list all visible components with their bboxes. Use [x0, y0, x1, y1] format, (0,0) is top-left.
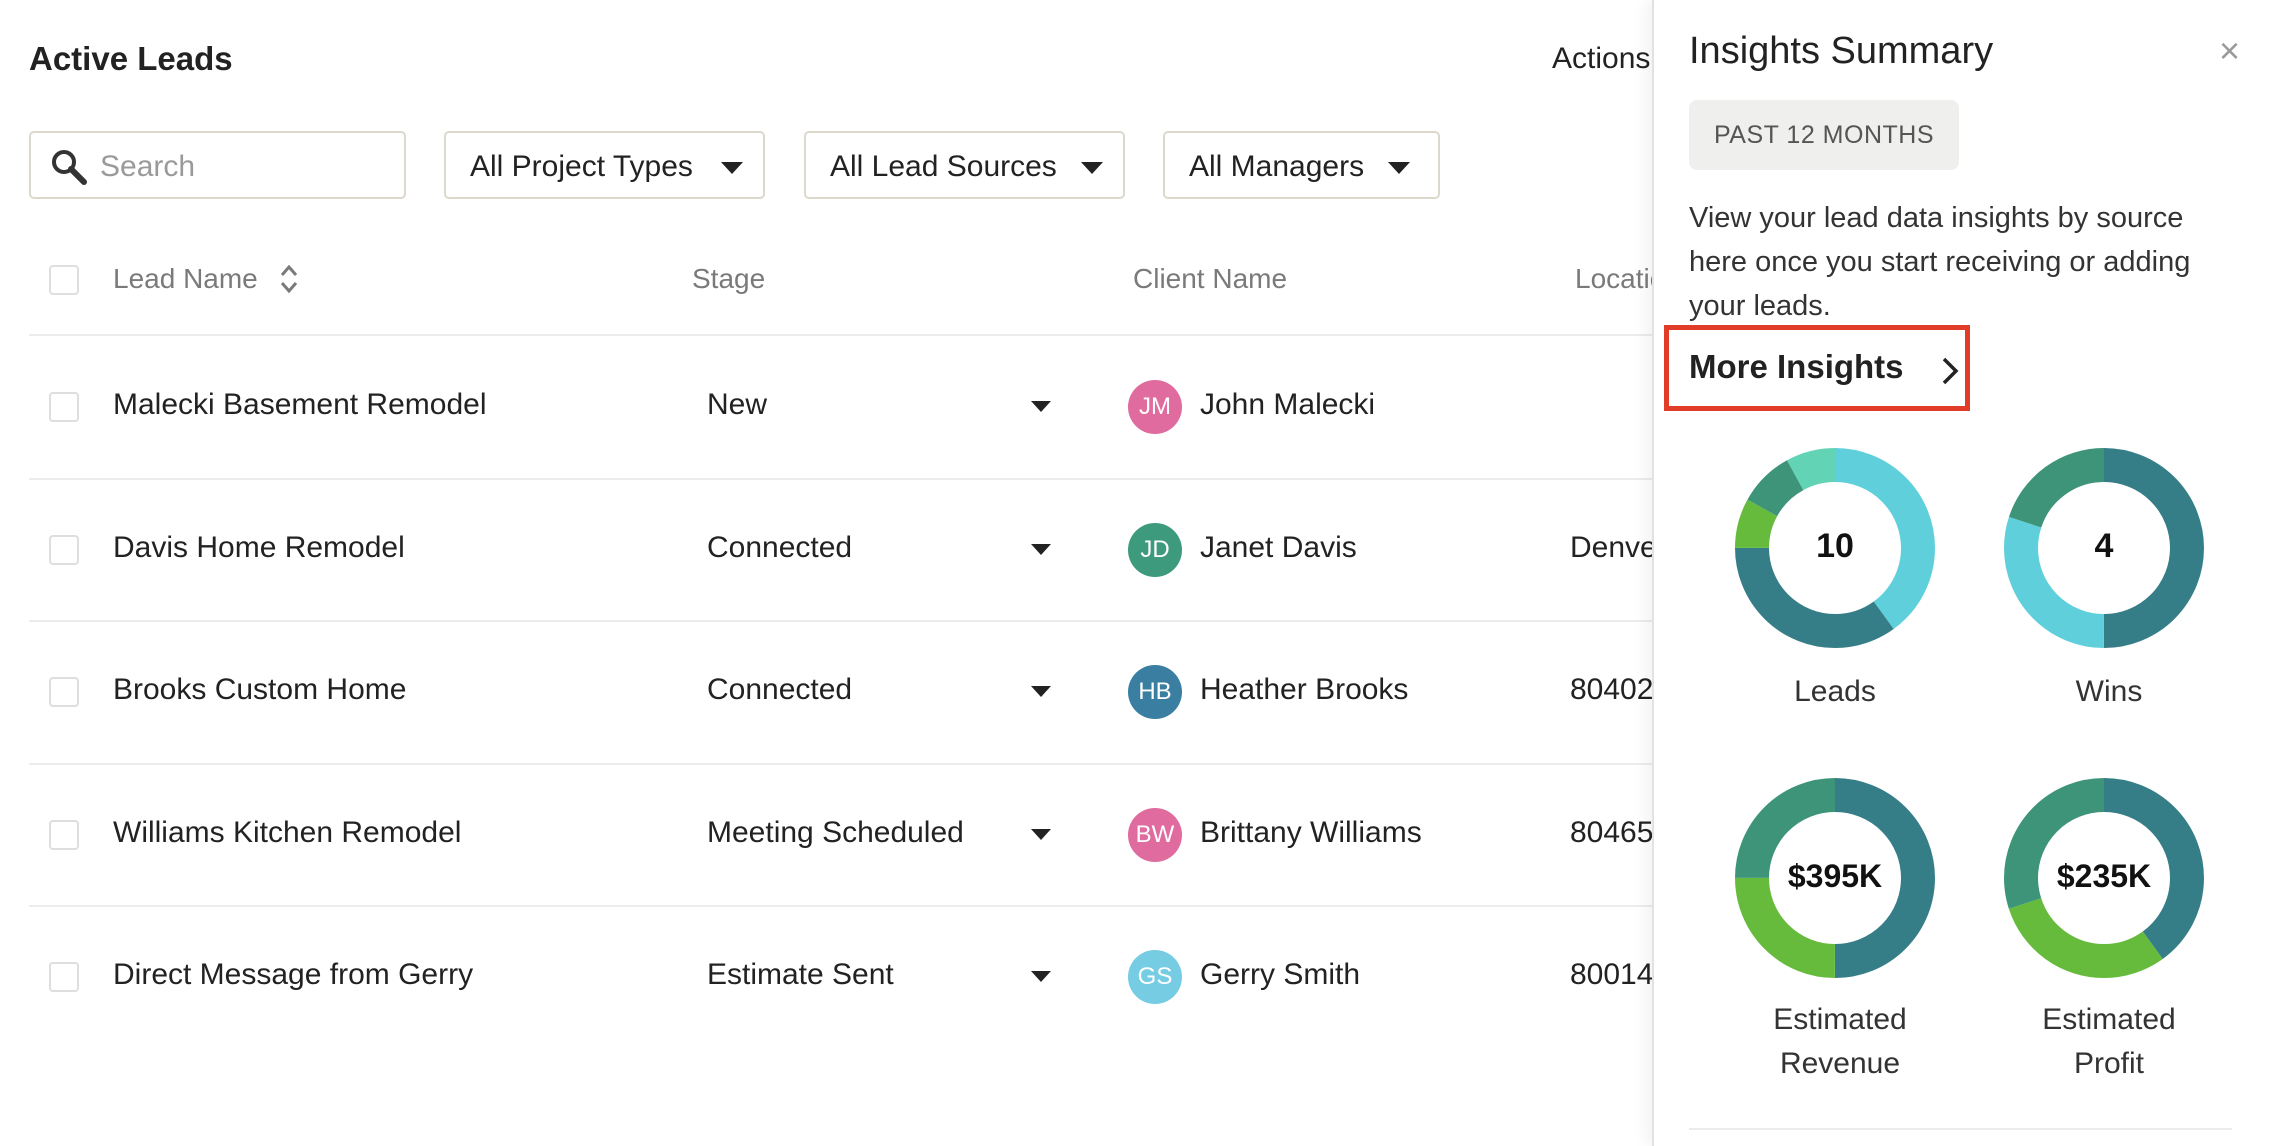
avatar: BW [1128, 808, 1182, 862]
row-checkbox[interactable] [49, 820, 79, 850]
more-insights-link[interactable]: More Insights [1664, 325, 1970, 411]
panel-divider [1689, 1128, 2232, 1130]
table-row[interactable]: Direct Message from Gerry Estimate Sent … [0, 906, 1652, 1048]
lead-name[interactable]: Williams Kitchen Remodel [113, 816, 461, 850]
leads-value: 10 [1816, 527, 1854, 565]
select-all-checkbox[interactable] [49, 265, 79, 295]
caret-down-icon[interactable] [1031, 544, 1051, 555]
avatar: GS [1128, 950, 1182, 1004]
sort-icon[interactable] [279, 262, 299, 296]
header-location: Locatio [1575, 263, 1652, 294]
caret-down-icon[interactable] [1031, 971, 1051, 982]
caret-down-icon[interactable] [1031, 401, 1051, 412]
revenue-label: Estimated Revenue [1773, 1003, 1907, 1080]
header-stage: Stage [692, 263, 766, 294]
close-icon[interactable]: × [2219, 30, 2240, 72]
profit-label: Estimated Profit [2042, 1003, 2176, 1080]
period-badge: PAST 12 MONTHS [1689, 100, 1959, 170]
insights-description: View your lead data insights by source h… [1689, 202, 2191, 322]
client-name: Brittany Williams [1200, 816, 1422, 849]
project-type-filter[interactable]: All Project Types [444, 131, 765, 199]
stage-select[interactable]: Meeting Scheduled [707, 816, 964, 850]
manager-filter-label: All Managers [1189, 150, 1365, 183]
avatar: HB [1128, 665, 1182, 719]
stage-select[interactable]: New [707, 388, 767, 422]
header-client-name: Client Name [1133, 263, 1288, 294]
manager-filter[interactable]: All Managers [1163, 131, 1440, 199]
search-icon [52, 150, 87, 185]
table-row[interactable]: Malecki Basement Remodel New JM John Mal… [0, 336, 1652, 478]
wins-value: 4 [2094, 527, 2114, 565]
search-input[interactable]: Search [29, 131, 406, 199]
leads-label: Leads [1794, 675, 1876, 708]
location: 80465 [1570, 816, 1652, 849]
row-checkbox[interactable] [49, 962, 79, 992]
row-checkbox[interactable] [49, 677, 79, 707]
lead-source-filter[interactable]: All Lead Sources [804, 131, 1125, 199]
client-name: John Malecki [1200, 388, 1376, 421]
header-lead-name[interactable]: Lead Name [113, 263, 258, 295]
leads-main: Active Leads Actions Search All Project … [0, 0, 1652, 1146]
caret-down-icon [721, 162, 743, 174]
row-checkbox[interactable] [49, 392, 79, 422]
caret-down-icon [1388, 162, 1410, 174]
actions-button[interactable]: Actions [1552, 42, 1650, 76]
stage-select[interactable]: Estimate Sent [707, 958, 894, 992]
stage-select[interactable]: Connected [707, 531, 852, 565]
profit-value: $235K [2056, 858, 2152, 894]
caret-down-icon [1081, 162, 1103, 174]
lead-source-filter-label: All Lead Sources [830, 150, 1057, 183]
lead-name[interactable]: Direct Message from Gerry [113, 958, 473, 992]
caret-down-icon[interactable] [1031, 829, 1051, 840]
wins-label: Wins [2075, 675, 2143, 708]
stage-select[interactable]: Connected [707, 673, 852, 707]
client-name: Gerry Smith [1200, 958, 1361, 991]
table-row[interactable]: Brooks Custom Home Connected HB Heather … [0, 621, 1652, 763]
caret-down-icon[interactable] [1031, 686, 1051, 697]
revenue-value: $395K [1787, 858, 1883, 894]
avatar: JD [1128, 523, 1182, 577]
lead-name[interactable]: Malecki Basement Remodel [113, 388, 487, 422]
page-title: Active Leads [29, 40, 233, 77]
project-type-filter-label: All Project Types [470, 150, 693, 183]
insights-panel: Insights Summary × PAST 12 MONTHS View y… [1652, 0, 2270, 1146]
search-placeholder: Search [100, 150, 196, 183]
location: 80402 [1570, 673, 1652, 706]
client-name: Janet Davis [1200, 531, 1357, 564]
client-name: Heather Brooks [1200, 673, 1409, 706]
lead-name[interactable]: Brooks Custom Home [113, 673, 406, 707]
more-insights-label: More Insights [1689, 348, 1904, 385]
lead-name[interactable]: Davis Home Remodel [113, 531, 405, 565]
location: Denve [1570, 531, 1652, 564]
avatar: JM [1128, 380, 1182, 434]
table-row[interactable]: Davis Home Remodel Connected JD Janet Da… [0, 479, 1652, 621]
insights-title: Insights Summary [1689, 30, 1994, 72]
location: 80014 [1570, 958, 1652, 991]
row-checkbox[interactable] [49, 535, 79, 565]
table-row[interactable]: Williams Kitchen Remodel Meeting Schedul… [0, 764, 1652, 906]
chevron-right-icon [1942, 357, 1959, 385]
